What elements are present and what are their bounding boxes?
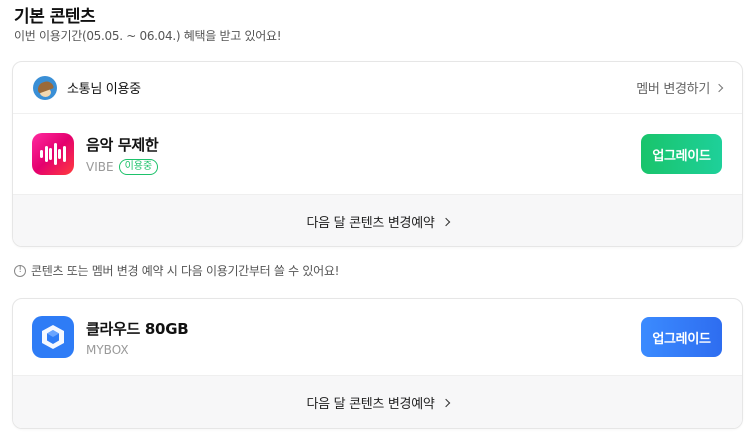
next-month-change-label: 다음 달 콘텐츠 변경예약 <box>306 397 435 412</box>
chevron-right-icon <box>714 83 724 92</box>
next-month-change-link[interactable]: 다음 달 콘텐츠 변경예약 <box>13 375 742 428</box>
product-info: 음악 무제한 VIBE 이용중 <box>86 134 159 175</box>
notice-text: 콘텐츠 또는 멤버 변경 예약 시 다음 이용기간부터 쓸 수 있어요! <box>31 264 340 278</box>
product-title: 클라우드 80GB <box>86 319 189 338</box>
product-info: 클라우드 80GB MYBOX <box>86 318 189 357</box>
member-row: 소통님 이용중 멤버 변경하기 <box>13 62 742 114</box>
next-month-change-label: 다음 달 콘텐츠 변경예약 <box>306 216 435 231</box>
next-month-change-link[interactable]: 다음 달 콘텐츠 변경예약 <box>13 194 742 246</box>
cloud-content-card: 클라우드 80GB MYBOX 업그레이드 다음 달 콘텐츠 변경예약 <box>12 298 743 429</box>
service-name: VIBE <box>86 159 114 174</box>
member-change-label: 멤버 변경하기 <box>636 82 710 97</box>
upgrade-button[interactable]: 업그레이드 <box>641 134 722 174</box>
section-subtitle: 이번 이용기간(05.05. ~ 06.04.) 혜택을 받고 있어요! <box>14 29 282 43</box>
product-row-music: 음악 무제한 VIBE 이용중 업그레이드 <box>13 114 742 194</box>
service-name: MYBOX <box>86 342 129 357</box>
product-title: 음악 무제한 <box>86 135 159 154</box>
section-title: 기본 콘텐츠 <box>14 7 96 27</box>
member-change-link[interactable]: 멤버 변경하기 <box>636 78 724 97</box>
product-row-cloud: 클라우드 80GB MYBOX 업그레이드 <box>13 299 742 375</box>
mybox-icon <box>32 316 74 358</box>
music-content-card: 소통님 이용중 멤버 변경하기 음악 무제한 VIBE 이용중 업그레이드 다음… <box>12 61 743 247</box>
upgrade-button[interactable]: 업그레이드 <box>641 317 722 357</box>
avatar <box>33 75 57 100</box>
status-badge: 이용중 <box>118 158 159 175</box>
info-icon: ! <box>14 264 26 277</box>
member-name: 소통님 이용중 <box>67 82 141 97</box>
product-meta: MYBOX <box>86 343 188 357</box>
product-meta: VIBE 이용중 <box>86 158 159 175</box>
vibe-icon <box>32 133 74 175</box>
chevron-right-icon <box>441 398 450 407</box>
notice: ! 콘텐츠 또는 멤버 변경 예약 시 다음 이용기간부터 쓸 수 있어요! <box>14 262 339 279</box>
chevron-right-icon <box>441 217 450 226</box>
